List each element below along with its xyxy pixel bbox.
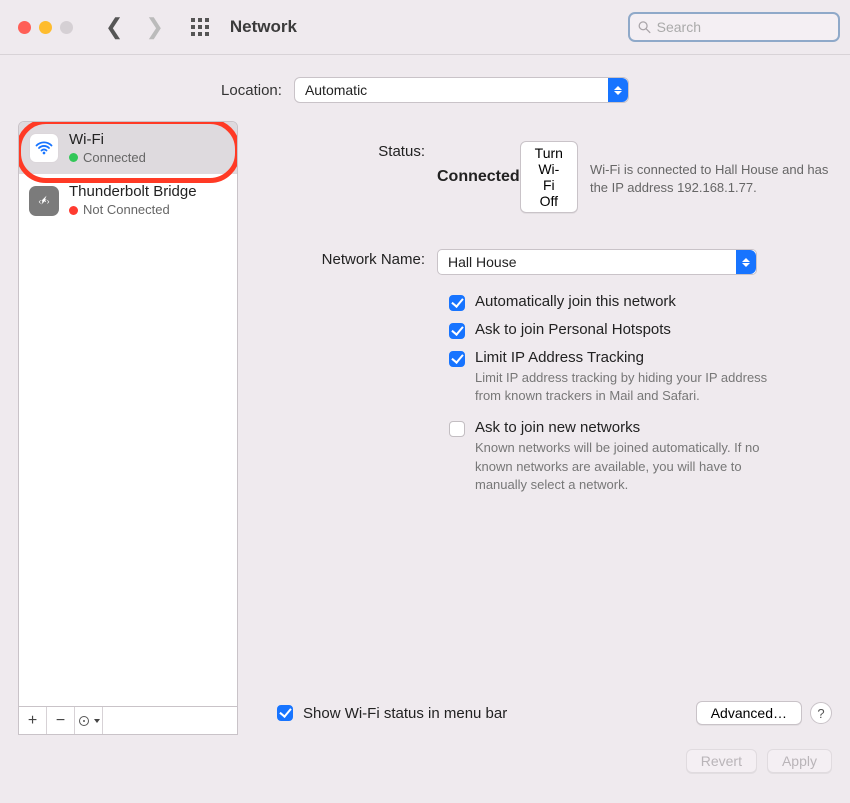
- ask-new-checkbox[interactable]: [449, 421, 465, 437]
- add-interface-button[interactable]: +: [19, 707, 47, 734]
- network-name-row: Network Name: Hall House: [253, 249, 832, 275]
- ask-new-description: Known networks will be joined automatica…: [475, 439, 789, 494]
- limit-ip-checkbox[interactable]: [449, 351, 465, 367]
- limit-ip-checkbox-row: Limit IP Address Tracking Limit IP addre…: [449, 349, 789, 405]
- ask-hotspots-label: Ask to join Personal Hotspots: [475, 321, 671, 338]
- sidebar: Wi-Fi Connected ‹··› Thunderbolt Bridge …: [18, 121, 238, 735]
- options-list: Automatically join this network Ask to j…: [449, 293, 789, 504]
- turn-wifi-off-button[interactable]: Turn Wi-Fi Off: [520, 141, 578, 213]
- location-select[interactable]: Automatic: [294, 77, 629, 103]
- ask-new-label: Ask to join new networks: [475, 419, 789, 436]
- sidebar-footer: + −: [18, 707, 238, 735]
- location-label: Location:: [221, 82, 282, 99]
- status-row: Status: Connected Turn Wi-Fi Off Wi-Fi i…: [253, 141, 832, 213]
- forward-button[interactable]: ❯: [145, 16, 163, 38]
- network-name-label: Network Name:: [253, 249, 437, 268]
- ask-hotspots-checkbox[interactable]: [449, 323, 465, 339]
- show-all-button[interactable]: [190, 17, 210, 37]
- nav-arrows: ❮ ❯: [105, 16, 164, 38]
- status-dot-icon: [69, 153, 78, 162]
- thunderbolt-icon: ‹··›: [29, 186, 59, 216]
- search-icon: [638, 20, 651, 34]
- remove-interface-button[interactable]: −: [47, 707, 75, 734]
- wifi-icon: [29, 133, 59, 163]
- auto-join-checkbox[interactable]: [449, 295, 465, 311]
- bottom-row: Show Wi-Fi status in menu bar Advanced… …: [253, 701, 832, 735]
- sidebar-item-status: Connected: [83, 150, 146, 167]
- location-value: Automatic: [305, 82, 367, 98]
- status-label: Status:: [253, 141, 437, 160]
- sidebar-footer-spacer: [103, 707, 237, 734]
- status-value: Connected: [437, 168, 520, 186]
- ask-new-checkbox-row: Ask to join new networks Known networks …: [449, 419, 789, 494]
- show-menubar-label: Show Wi-Fi status in menu bar: [303, 705, 696, 722]
- back-button[interactable]: ❮: [105, 16, 123, 38]
- auto-join-label: Automatically join this network: [475, 293, 676, 310]
- sidebar-item-wifi[interactable]: Wi-Fi Connected: [19, 122, 237, 174]
- close-window-button[interactable]: [18, 21, 31, 34]
- detail-pane: Status: Connected Turn Wi-Fi Off Wi-Fi i…: [253, 121, 832, 735]
- traffic-lights: [18, 21, 73, 34]
- chevron-updown-icon: [736, 250, 756, 274]
- network-name-value: Hall House: [448, 254, 516, 270]
- advanced-button[interactable]: Advanced…: [696, 701, 802, 725]
- titlebar: ❮ ❯ Network: [0, 0, 850, 55]
- interface-actions-button[interactable]: [75, 707, 103, 734]
- chevron-updown-icon: [608, 78, 628, 102]
- network-name-select[interactable]: Hall House: [437, 249, 757, 275]
- auto-join-checkbox-row: Automatically join this network: [449, 293, 789, 311]
- status-description: Wi-Fi is connected to Hall House and has…: [590, 161, 832, 197]
- window-footer: Revert Apply: [0, 735, 850, 773]
- sidebar-item-thunderbolt[interactable]: ‹··› Thunderbolt Bridge Not Connected: [19, 174, 237, 226]
- status-dot-icon: [69, 206, 78, 215]
- sidebar-item-label: Wi-Fi: [69, 130, 146, 150]
- help-button[interactable]: ?: [810, 702, 832, 724]
- limit-ip-label: Limit IP Address Tracking: [475, 349, 789, 366]
- main-content: Wi-Fi Connected ‹··› Thunderbolt Bridge …: [0, 121, 850, 735]
- show-menubar-checkbox[interactable]: [277, 705, 293, 721]
- limit-ip-description: Limit IP address tracking by hiding your…: [475, 369, 789, 405]
- minimize-window-button[interactable]: [39, 21, 52, 34]
- sidebar-item-status: Not Connected: [83, 202, 170, 219]
- ask-hotspots-checkbox-row: Ask to join Personal Hotspots: [449, 321, 789, 339]
- window-title: Network: [230, 17, 297, 37]
- revert-button[interactable]: Revert: [686, 749, 757, 773]
- sidebar-item-label: Thunderbolt Bridge: [69, 182, 197, 202]
- gear-menu-icon: [78, 715, 90, 727]
- svg-text:‹··›: ‹··›: [39, 197, 50, 206]
- search-field[interactable]: [628, 12, 840, 42]
- location-row: Location: Automatic: [0, 55, 850, 121]
- zoom-window-button[interactable]: [60, 21, 73, 34]
- interface-list: Wi-Fi Connected ‹··› Thunderbolt Bridge …: [18, 121, 238, 707]
- apply-button[interactable]: Apply: [767, 749, 832, 773]
- search-input[interactable]: [657, 19, 830, 35]
